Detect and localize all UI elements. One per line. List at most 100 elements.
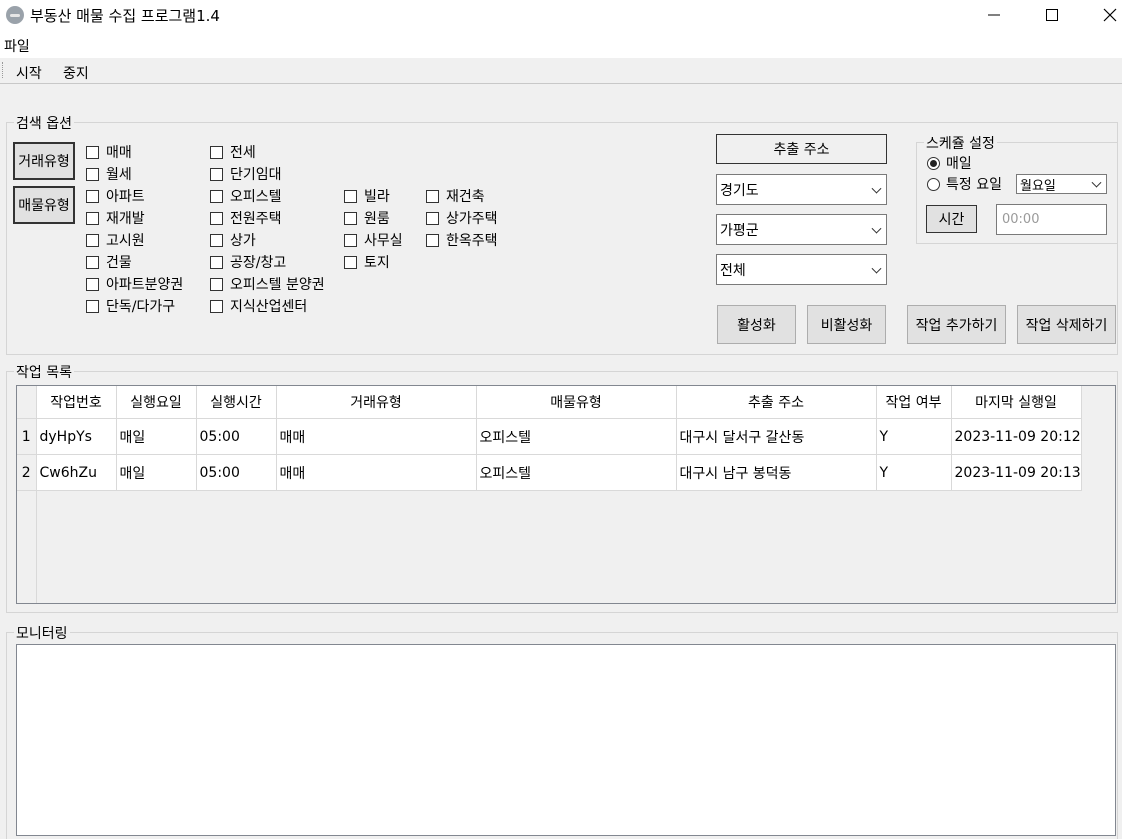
checkbox-property[interactable]: 상가주택 [426,208,498,228]
checkbox-trade-short-term[interactable]: 단기임대 [210,164,282,184]
monitoring-log[interactable] [16,644,1116,836]
radio-specific-day[interactable]: 특정 요일 [927,174,1002,194]
checkbox-box[interactable] [86,167,99,181]
checkbox-property[interactable]: 한옥주택 [426,230,498,250]
menu-file[interactable]: 파일 [4,36,30,56]
table-row[interactable]: 1 dyHpYs 매일 05:00 매매 오피스텔 대구시 달서구 갈산동 Y … [17,418,1082,455]
stop-button[interactable]: 중지 [63,63,89,83]
radio-daily[interactable]: 매일 [927,153,972,173]
column-header[interactable]: 실행시간 [196,386,277,419]
table-cell[interactable]: 2023-11-09 20:13 [951,454,1082,491]
table-cell[interactable]: 오피스텔 [476,418,677,455]
checkbox-box[interactable] [86,255,99,269]
checkbox-property[interactable]: 오피스텔 분양권 [210,274,325,294]
checkbox-property[interactable]: 공장/창고 [210,252,286,272]
checkbox-box[interactable] [210,189,223,203]
radio-dot[interactable] [927,156,940,170]
city-select[interactable]: 가평군 [716,214,887,245]
checkbox-property[interactable]: 원룸 [344,208,390,228]
checkbox-property[interactable]: 고시원 [86,230,145,250]
table-cell[interactable]: 매매 [276,418,477,455]
checkbox-box[interactable] [86,233,99,247]
checkbox-box[interactable] [344,189,357,203]
checkbox-property[interactable]: 오피스텔 [210,186,282,206]
table-cell[interactable]: 매일 [116,454,197,491]
checkbox-box[interactable] [86,211,99,225]
checkbox-box[interactable] [344,211,357,225]
deactivate-button[interactable]: 비활성화 [807,305,886,344]
table-row[interactable]: 2 Cw6hZu 매일 05:00 매매 오피스텔 대구시 남구 봉덕동 Y 2… [17,454,1082,491]
day-select[interactable]: 월요일 [1016,174,1107,194]
table-cell[interactable]: 05:00 [196,418,277,455]
checkbox-property[interactable]: 단독/다가구 [86,296,175,316]
checkbox-property[interactable]: 재건축 [426,186,485,206]
job-table-container[interactable]: 작업번호 실행요일 실행시간 거래유형 매물유형 추출 주소 작업 여부 마지막… [16,385,1116,604]
column-header[interactable]: 거래유형 [276,386,477,419]
checkbox-trade-sale[interactable]: 매매 [86,142,132,162]
checkbox-box[interactable] [426,189,439,203]
checkbox-property[interactable]: 사무실 [344,230,403,250]
checkbox-property[interactable]: 지식산업센터 [210,296,307,316]
checkbox-box[interactable] [210,211,223,225]
checkbox-box[interactable] [86,189,99,203]
checkbox-property[interactable]: 상가 [210,230,256,250]
checkbox-trade-monthly[interactable]: 월세 [86,164,132,184]
start-button[interactable]: 시작 [16,63,42,83]
table-cell[interactable]: 05:00 [196,454,277,491]
checkbox-box[interactable] [86,299,99,313]
table-cell[interactable]: 2023-11-09 20:12 [951,418,1082,455]
delete-job-button[interactable]: 작업 삭제하기 [1017,305,1116,344]
row-header[interactable]: 1 [17,418,37,455]
time-button[interactable]: 시간 [926,205,977,233]
column-header[interactable]: 작업번호 [36,386,117,419]
column-header[interactable]: 실행요일 [116,386,197,419]
table-cell[interactable]: Y [876,418,952,455]
checkbox-box[interactable] [210,145,223,159]
table-cell[interactable]: 매매 [276,454,477,491]
checkbox-box[interactable] [86,145,99,159]
column-header[interactable]: 추출 주소 [676,386,877,419]
table-cell[interactable]: 오피스텔 [476,454,677,491]
activate-button[interactable]: 활성화 [717,305,796,344]
job-table[interactable]: 작업번호 실행요일 실행시간 거래유형 매물유형 추출 주소 작업 여부 마지막… [17,386,1082,491]
checkbox-box[interactable] [426,211,439,225]
table-cell[interactable]: 대구시 남구 봉덕동 [676,454,877,491]
checkbox-box[interactable] [210,277,223,291]
extract-address-button[interactable]: 추출 주소 [716,134,887,164]
checkbox-trade-jeonse[interactable]: 전세 [210,142,256,162]
radio-dot[interactable] [927,177,940,191]
checkbox-property[interactable]: 건물 [86,252,132,272]
checkbox-property[interactable]: 아파트분양권 [86,274,183,294]
table-cell[interactable]: Cw6hZu [36,454,117,491]
checkbox-box[interactable] [86,277,99,291]
table-cell[interactable]: 대구시 달서구 갈산동 [676,418,877,455]
column-header[interactable]: 작업 여부 [876,386,952,419]
table-cell[interactable]: 매일 [116,418,197,455]
row-header[interactable]: 2 [17,454,37,491]
checkbox-property[interactable]: 빌라 [344,186,390,206]
checkbox-box[interactable] [210,255,223,269]
checkbox-box[interactable] [426,233,439,247]
checkbox-box[interactable] [344,233,357,247]
checkbox-property[interactable]: 전원주택 [210,208,282,228]
checkbox-box[interactable] [210,167,223,181]
table-cell[interactable]: Y [876,454,952,491]
district-select[interactable]: 전체 [716,254,887,285]
trade-type-button[interactable]: 거래유형 [13,142,75,180]
column-header[interactable]: 매물유형 [476,386,677,419]
column-header[interactable]: 마지막 실행일 [951,386,1082,419]
minimize-button[interactable] [971,0,1017,30]
add-job-button[interactable]: 작업 추가하기 [907,305,1006,344]
checkbox-box[interactable] [210,299,223,313]
checkbox-property[interactable]: 재개발 [86,208,145,228]
checkbox-box[interactable] [344,255,357,269]
time-input[interactable]: 00:00 [996,204,1107,235]
checkbox-property[interactable]: 아파트 [86,186,145,206]
close-button[interactable] [1087,0,1122,30]
maximize-button[interactable] [1029,0,1075,30]
checkbox-box[interactable] [210,233,223,247]
table-cell[interactable]: dyHpYs [36,418,117,455]
province-select[interactable]: 경기도 [716,174,887,205]
property-type-button[interactable]: 매물유형 [13,186,75,224]
checkbox-property[interactable]: 토지 [344,252,390,272]
